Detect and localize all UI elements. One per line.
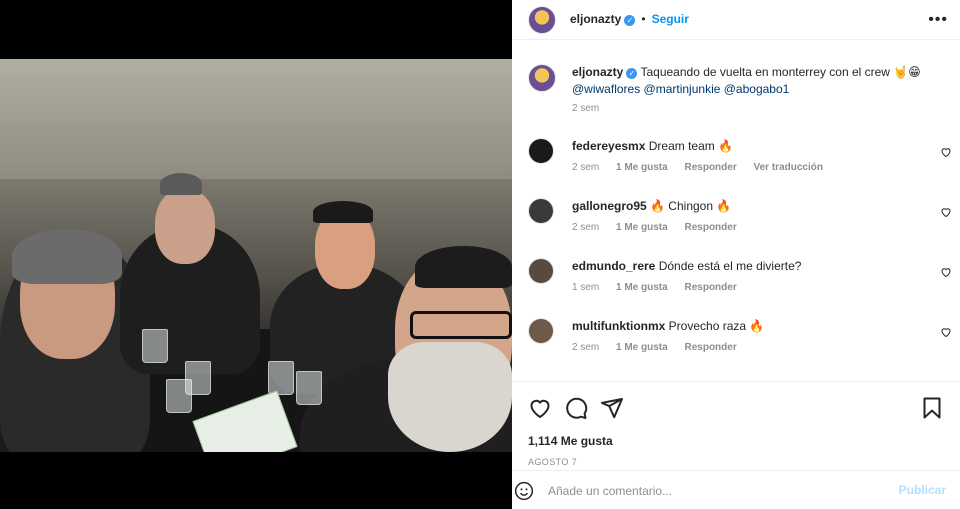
comment-item: multifunktionmx Provecho raza 🔥 2 sem 1 … — [512, 316, 960, 366]
header-separator: • — [641, 12, 646, 26]
photo-person-3-cap — [313, 201, 373, 223]
photo-person-1-hair — [12, 229, 122, 284]
comment-text-block: gallonegro95 🔥 Chingon 🔥 — [572, 198, 932, 215]
comments-list[interactable]: eljonazty ✓ Taqueando de vuelta en monter… — [512, 48, 960, 382]
post-actions — [512, 396, 960, 420]
comment-meta: 2 sem 1 Me gusta Responder — [572, 222, 751, 233]
comment-time[interactable]: 2 sem — [572, 342, 599, 353]
caption-text-block: eljonazty ✓ Taqueando de vuelta en monter… — [572, 64, 932, 98]
comment-username[interactable]: gallonegro95 — [572, 199, 647, 213]
reply-button[interactable]: Responder — [684, 222, 736, 233]
photo-cup — [142, 329, 168, 363]
comment-likes[interactable]: 1 Me gusta — [616, 222, 668, 233]
comment-meta: 2 sem 1 Me gusta Responder Ver traducció… — [572, 162, 837, 173]
comment-text: Dream team 🔥 — [648, 139, 734, 153]
reply-button[interactable]: Responder — [684, 282, 736, 293]
comment-time[interactable]: 2 sem — [572, 222, 599, 233]
post-media — [0, 0, 512, 509]
comment-like-icon[interactable] — [940, 266, 952, 278]
emoji-icon[interactable] — [514, 481, 534, 501]
reply-button[interactable]: Responder — [684, 342, 736, 353]
heart-outline-icon[interactable] — [528, 396, 552, 420]
instagram-post: eljonazty ✓ • Seguir ••• eljonazty ✓ Taquean… — [0, 0, 960, 509]
verified-badge-icon: ✓ — [624, 15, 636, 26]
header-user: eljonazty ✓ • Seguir — [570, 12, 689, 26]
comment-text-block: multifunktionmx Provecho raza 🔥 — [572, 318, 932, 335]
photo-cup — [268, 361, 294, 395]
likes-count[interactable]: 1,114 Me gusta — [528, 434, 613, 448]
publish-button[interactable]: Publicar — [899, 483, 946, 497]
comment-text-block: edmundo_rere Dónde está el me divierte? — [572, 258, 932, 275]
comment-item: gallonegro95 🔥 Chingon 🔥 2 sem 1 Me gust… — [512, 196, 960, 246]
comment-username[interactable]: edmundo_rere — [572, 259, 655, 273]
comment-username[interactable]: multifunktionmx — [572, 319, 665, 333]
comment-like-icon[interactable] — [940, 206, 952, 218]
reply-button[interactable]: Responder — [684, 162, 736, 173]
avatar[interactable] — [528, 64, 556, 92]
photo-person-2-cap — [160, 173, 202, 195]
caption-username[interactable]: eljonazty — [572, 65, 623, 79]
photo-glasses — [410, 311, 512, 339]
comment-likes[interactable]: 1 Me gusta — [616, 342, 668, 353]
verified-badge-icon: ✓ — [626, 68, 638, 79]
comment-text: 🔥 Chingon 🔥 — [650, 199, 732, 213]
comment-item: edmundo_rere Dónde está el me divierte? … — [512, 256, 960, 306]
photo-wall — [0, 59, 512, 179]
comment-text-block: federeyesmx Dream team 🔥 — [572, 138, 932, 155]
caption-time[interactable]: 2 sem — [572, 103, 599, 114]
caption-text: Taqueando de vuelta en monterrey con el … — [640, 65, 921, 79]
comment-likes[interactable]: 1 Me gusta — [616, 162, 668, 173]
more-options-icon[interactable]: ••• — [928, 11, 948, 29]
follow-button[interactable]: Seguir — [652, 12, 689, 26]
avatar[interactable] — [528, 6, 556, 34]
comment-username[interactable]: federeyesmx — [572, 139, 645, 153]
add-comment-bar: Publicar — [512, 470, 960, 509]
photo-cup — [166, 379, 192, 413]
post-sidebar: eljonazty ✓ • Seguir ••• eljonazty ✓ Taquean… — [512, 0, 960, 509]
comment-item: federeyesmx Dream team 🔥 2 sem 1 Me gust… — [512, 136, 960, 186]
photo-cup — [296, 371, 322, 405]
post-photo[interactable] — [0, 59, 512, 452]
comment-time[interactable]: 2 sem — [572, 162, 599, 173]
paper-plane-icon[interactable] — [600, 396, 624, 420]
comment-meta: 1 sem 1 Me gusta Responder — [572, 282, 751, 293]
photo-person-4-beard — [388, 342, 512, 452]
see-translation-button[interactable]: Ver traducción — [754, 162, 823, 173]
post-header: eljonazty ✓ • Seguir ••• — [512, 0, 960, 40]
bookmark-icon[interactable] — [920, 396, 944, 420]
photo-person-4-cap — [415, 246, 512, 288]
avatar[interactable] — [528, 318, 554, 344]
speech-bubble-icon[interactable] — [564, 396, 588, 420]
avatar[interactable] — [528, 138, 554, 164]
avatar[interactable] — [528, 258, 554, 284]
comment-like-icon[interactable] — [940, 326, 952, 338]
comment-input[interactable] — [548, 481, 878, 501]
comment-like-icon[interactable] — [940, 146, 952, 158]
comment-meta: 2 sem 1 Me gusta Responder — [572, 342, 751, 353]
header-username[interactable]: eljonazty — [570, 12, 621, 26]
caption-mentions[interactable]: @wiwaflores @martinjunkie @abogabo1 — [572, 82, 789, 96]
caption-meta: 2 sem — [572, 103, 613, 114]
photo-person-2-head — [155, 189, 215, 264]
caption: eljonazty ✓ Taqueando de vuelta en monter… — [512, 62, 960, 122]
comment-likes[interactable]: 1 Me gusta — [616, 282, 668, 293]
comment-time[interactable]: 1 sem — [572, 282, 599, 293]
comment-text: Provecho raza 🔥 — [668, 319, 765, 333]
post-date[interactable]: AGOSTO 7 — [528, 457, 577, 467]
avatar[interactable] — [528, 198, 554, 224]
comment-text: Dónde está el me divierte? — [658, 259, 802, 273]
